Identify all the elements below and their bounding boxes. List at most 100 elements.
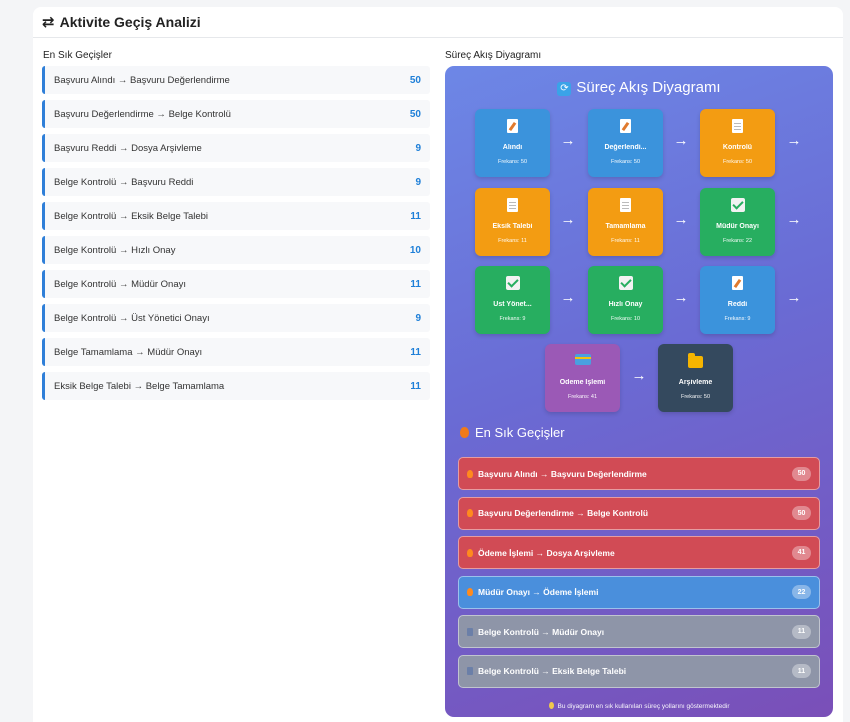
transition-name: Belge Kontrolü → Hızlı Onay: [54, 244, 176, 256]
transition-count: 11: [410, 210, 421, 222]
node-icon-wrap: [588, 119, 663, 135]
flow-arrow-icon: →: [786, 289, 802, 306]
document-edit-icon: [732, 276, 743, 290]
flow-arrow-icon: →: [560, 211, 576, 228]
transitions-label: En Sık Geçişler: [43, 50, 112, 61]
card-header: ⇄ Aktivite Geçiş Analizi: [33, 7, 843, 38]
document-edit-icon: [507, 119, 518, 133]
top-transition-label: Ödeme İşlemi → Dosya Arşivleme: [467, 548, 615, 558]
flow-node[interactable]: Eksik Talebi Frekans: 11: [475, 188, 550, 256]
top-transition-label: Belge Kontrolü → Eksik Belge Talebi: [467, 666, 626, 676]
transition-name: Belge Tamamlama → Müdür Onayı: [54, 346, 203, 358]
node-frequency: Frekans: 50: [722, 159, 753, 165]
node-name: Değerlendi...: [604, 144, 647, 151]
top-transition-row[interactable]: Ödeme İşlemi → Dosya Arşivleme 41: [458, 536, 820, 569]
transition-count: 10: [409, 244, 421, 256]
lightbulb-icon: [548, 702, 554, 709]
flow-node[interactable]: Kontrolü Frekans: 50: [700, 109, 775, 177]
flow-node[interactable]: Ödeme İşlemi Frekans: 41: [545, 344, 620, 412]
node-frequency: Frekans: 50: [497, 159, 528, 165]
transition-row[interactable]: Başvuru Reddi → Dosya Arşivleme 9: [42, 134, 430, 162]
check-icon: [618, 276, 633, 290]
flow-node[interactable]: Reddi Frekans: 9: [700, 266, 775, 334]
bar-chart-icon: [467, 627, 473, 636]
top-transition-name: Başvuru Alındı → Başvuru Değerlendirme: [478, 468, 647, 479]
top-transition-row[interactable]: Belge Kontrolü → Eksik Belge Talebi 11: [458, 654, 820, 688]
node-name: Ödeme İşlemi: [559, 379, 606, 386]
top-transitions-list: Başvuru Alındı → Başvuru Değerlendirme 50…: [458, 457, 820, 694]
node-icon-wrap: [475, 276, 550, 292]
node-frequency: Frekans: 11: [611, 238, 640, 244]
flow-node[interactable]: Üst Yönet... Frekans: 9: [475, 266, 550, 334]
transition-count: 9: [415, 176, 421, 188]
flow-node[interactable]: Tamamlama Frekans: 11: [588, 188, 663, 256]
transition-row[interactable]: Belge Kontrolü → Hızlı Onay 10: [42, 236, 430, 264]
top-transition-name: Belge Kontrolü → Müdür Onayı: [478, 626, 605, 637]
count-badge: 50: [792, 466, 811, 481]
top-transition-name: Belge Kontrolü → Eksik Belge Talebi: [478, 666, 627, 676]
flow-diagram-label: Süreç Akış Diyagramı: [445, 50, 542, 61]
count-badge: 50: [792, 506, 811, 520]
top-transition-name: Ödeme İşlemi → Dosya Arşivleme: [478, 547, 615, 558]
transition-row[interactable]: Belge Kontrolü → Başvuru Reddi 9: [42, 168, 430, 196]
transition-count: 11: [410, 346, 421, 358]
node-name: Tamamlama: [605, 223, 646, 230]
node-frequency: Frekans: 50: [680, 394, 711, 400]
fire-icon: [467, 548, 473, 557]
count-badge: 11: [792, 624, 811, 639]
top-transition-row[interactable]: Başvuru Alındı → Başvuru Değerlendirme 50: [458, 457, 820, 490]
flow-diagram-panel: ⟳ Süreç Akış Diyagramı En Sık Geçişler Ba…: [445, 66, 833, 717]
diagram-footnote: Bu diyagram en sık kullanılan süreç yoll…: [445, 702, 833, 710]
node-name: Hızlı Onay: [608, 301, 643, 308]
transition-row[interactable]: Belge Kontrolü → Üst Yönetici Onayı 9: [42, 304, 430, 332]
top-transition-row[interactable]: Müdür Onayı → Ödeme İşlemi 22: [458, 575, 820, 609]
transition-row[interactable]: Belge Tamamlama → Müdür Onayı 11: [42, 338, 430, 366]
flow-node[interactable]: Değerlendi... Frekans: 50: [588, 109, 663, 177]
top-transition-label: Belge Kontrolü → Müdür Onayı: [467, 627, 604, 637]
node-name: Kontrolü: [722, 144, 753, 151]
credit-card-icon: [574, 354, 591, 365]
node-name: Arşivleme: [678, 379, 713, 386]
top-transitions-title: En Sık Geçişler: [460, 425, 565, 440]
node-name: Üst Yönet...: [493, 301, 532, 308]
flow-node[interactable]: Alındı Frekans: 50: [475, 109, 550, 177]
check-icon: [730, 198, 745, 212]
fire-icon: [467, 509, 473, 517]
transition-name: Belge Kontrolü → Başvuru Reddi: [54, 176, 194, 188]
top-transition-label: Müdür Onayı → Ödeme İşlemi: [467, 587, 598, 597]
count-badge: 22: [792, 585, 811, 599]
node-icon-wrap: [545, 354, 620, 370]
flow-arrow-icon: →: [631, 367, 647, 384]
folder-icon: [688, 353, 703, 368]
node-frequency: Frekans: 22: [722, 238, 753, 244]
count-badge: 11: [792, 664, 811, 678]
transition-row[interactable]: Başvuru Değerlendirme → Belge Kontrolü 50: [42, 100, 430, 128]
node-frequency: Frekans: 11: [498, 238, 527, 244]
top-transition-label: Başvuru Alındı → Başvuru Değerlendirme: [467, 469, 647, 479]
flow-arrow-icon: →: [560, 289, 576, 306]
flow-arrow-icon: →: [560, 132, 576, 149]
flow-node[interactable]: Müdür Onayı Frekans: 22: [700, 188, 775, 256]
bar-chart-icon: [467, 667, 473, 675]
transition-row[interactable]: Eksik Belge Talebi → Belge Tamamlama 11: [42, 372, 430, 400]
transition-row[interactable]: Belge Kontrolü → Müdür Onayı 11: [42, 270, 430, 298]
transition-row[interactable]: Başvuru Alındı → Başvuru Değerlendirme 50: [42, 66, 430, 94]
transition-row[interactable]: Belge Kontrolü → Eksik Belge Talebi 11: [42, 202, 430, 230]
analysis-card: ⇄ Aktivite Geçiş Analizi En Sık Geçişler…: [33, 7, 843, 722]
check-icon: [505, 276, 520, 290]
node-frequency: Frekans: 10: [610, 316, 641, 322]
transition-name: Başvuru Değerlendirme → Belge Kontrolü: [54, 108, 231, 120]
transition-count: 11: [410, 278, 421, 290]
flow-diagram-title: ⟳ Süreç Akış Diyagramı: [445, 79, 833, 96]
fire-icon: [460, 427, 469, 438]
node-frequency: Frekans: 9: [499, 316, 526, 322]
flow-node[interactable]: Arşivleme Frekans: 50: [658, 344, 733, 412]
node-name: Müdür Onayı: [716, 223, 759, 230]
top-transition-name: Müdür Onayı → Ödeme İşlemi: [478, 587, 599, 597]
top-transition-row[interactable]: Başvuru Değerlendirme → Belge Kontrolü 50: [458, 496, 820, 530]
transition-name: Belge Kontrolü → Müdür Onayı: [54, 278, 187, 290]
top-transition-row[interactable]: Belge Kontrolü → Müdür Onayı 11: [458, 615, 820, 648]
node-frequency: Frekans: 50: [610, 159, 641, 165]
node-name: Reddi: [727, 301, 748, 308]
flow-node[interactable]: Hızlı Onay Frekans: 10: [588, 266, 663, 334]
